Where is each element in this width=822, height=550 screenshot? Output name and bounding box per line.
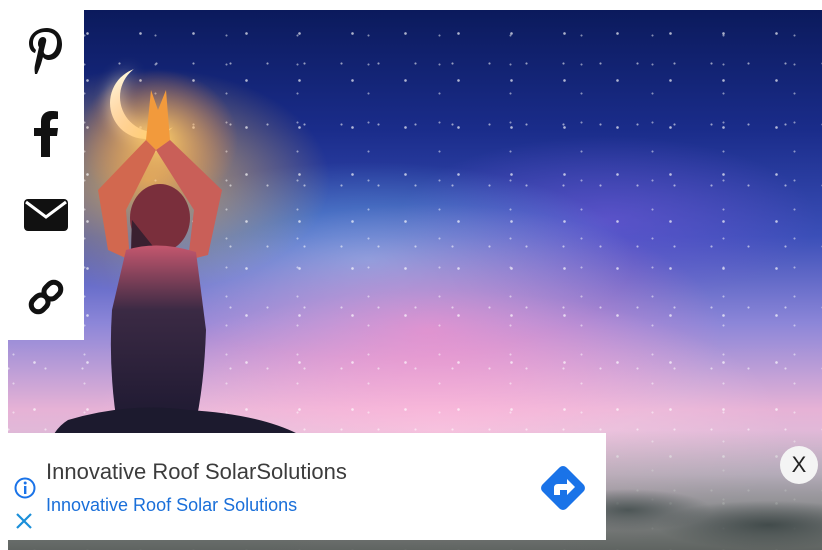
directions-arrow-icon[interactable] bbox=[536, 461, 590, 515]
copy-link-button[interactable] bbox=[8, 256, 84, 338]
facebook-icon bbox=[34, 111, 58, 157]
ad-advertiser-link[interactable]: Innovative Roof Solar Solutions bbox=[46, 495, 297, 516]
pinterest-share-button[interactable] bbox=[8, 10, 84, 92]
ad-headline[interactable]: Innovative Roof SolarSolutions bbox=[46, 459, 347, 485]
facebook-share-button[interactable] bbox=[8, 92, 84, 174]
pinterest-icon bbox=[29, 28, 62, 74]
email-share-button[interactable] bbox=[8, 174, 84, 256]
sponsored-ad-banner[interactable]: Innovative Roof SolarSolutions Innovativ… bbox=[8, 433, 606, 540]
link-icon bbox=[28, 279, 64, 315]
close-icon[interactable] bbox=[14, 511, 34, 531]
info-icon[interactable] bbox=[14, 477, 36, 499]
close-ad-button[interactable]: X bbox=[780, 446, 818, 484]
social-share-bar bbox=[8, 10, 84, 340]
article-page: Innovative Roof SolarSolutions Innovativ… bbox=[0, 0, 822, 550]
email-icon bbox=[24, 199, 68, 231]
